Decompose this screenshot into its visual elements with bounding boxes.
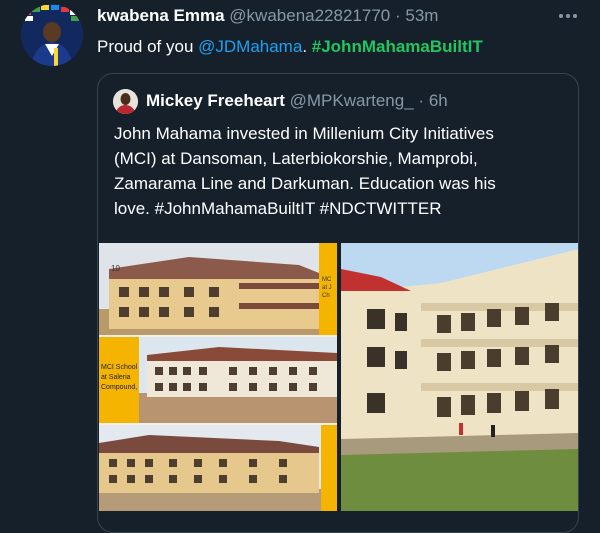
image-side-label: Ch bbox=[322, 293, 330, 299]
quoted-author-avatar[interactable] bbox=[113, 89, 138, 114]
quoted-text-line: Zamarama Line and Darkuman. Education wa… bbox=[114, 174, 496, 193]
tweet-time[interactable]: 53m bbox=[405, 6, 438, 25]
author-handle[interactable]: @kwabena22821770 bbox=[229, 6, 390, 25]
quoted-author-name[interactable]: Mickey Freeheart bbox=[146, 91, 285, 110]
school-collage-image[interactable]: 10 MC at J Ch MCI School at Saleria Comp… bbox=[99, 243, 337, 511]
image-side-label: MC bbox=[322, 277, 332, 283]
image-caption-text: Compound, bbox=[101, 384, 137, 391]
school-building-image[interactable] bbox=[341, 243, 578, 511]
meta-separator: · bbox=[394, 6, 401, 25]
quoted-tweet[interactable]: Mickey Freeheart @MPKwarteng_ · 6h John … bbox=[97, 73, 579, 533]
mention-link[interactable]: @JDMahama bbox=[198, 37, 302, 56]
quoted-text-line: (MCI) at Dansoman, Laterbiokorshie, Mamp… bbox=[114, 149, 478, 168]
quoted-tweet-time[interactable]: 6h bbox=[429, 91, 448, 110]
image-caption-text: MCI School bbox=[101, 364, 138, 371]
quoted-tweet-header: Mickey Freeheart @MPKwarteng_ · 6h bbox=[146, 91, 448, 111]
tweet[interactable]: kwabena Emma @kwabena22821770 · 53m Prou… bbox=[0, 0, 600, 533]
quoted-text-line: John Mahama invested in Millenium City I… bbox=[114, 124, 494, 143]
image-caption-number: 10 bbox=[111, 264, 120, 273]
quoted-meta-separator: · bbox=[418, 91, 425, 110]
author-name[interactable]: kwabena Emma bbox=[97, 6, 225, 25]
more-horizontal-icon[interactable] bbox=[557, 8, 579, 24]
tweet-header: kwabena Emma @kwabena22821770 · 53m bbox=[97, 6, 438, 26]
quoted-tweet-text: John Mahama invested in Millenium City I… bbox=[114, 121, 570, 221]
author-avatar[interactable] bbox=[21, 4, 83, 66]
quoted-author-handle[interactable]: @MPKwarteng_ bbox=[290, 91, 414, 110]
text-prefix: Proud of you bbox=[97, 37, 199, 56]
quoted-text-line: love. #JohnMahamaBuiltIT #NDCTWITTER bbox=[114, 199, 442, 218]
tweet-text: Proud of you @JDMahama. #JohnMahamaBuilt… bbox=[97, 37, 483, 57]
text-mid: . bbox=[302, 37, 312, 56]
image-side-label: at J bbox=[322, 285, 332, 291]
image-caption-text: at Saleria bbox=[101, 374, 131, 381]
hashtag-link[interactable]: #JohnMahamaBuiltIT bbox=[312, 37, 483, 56]
